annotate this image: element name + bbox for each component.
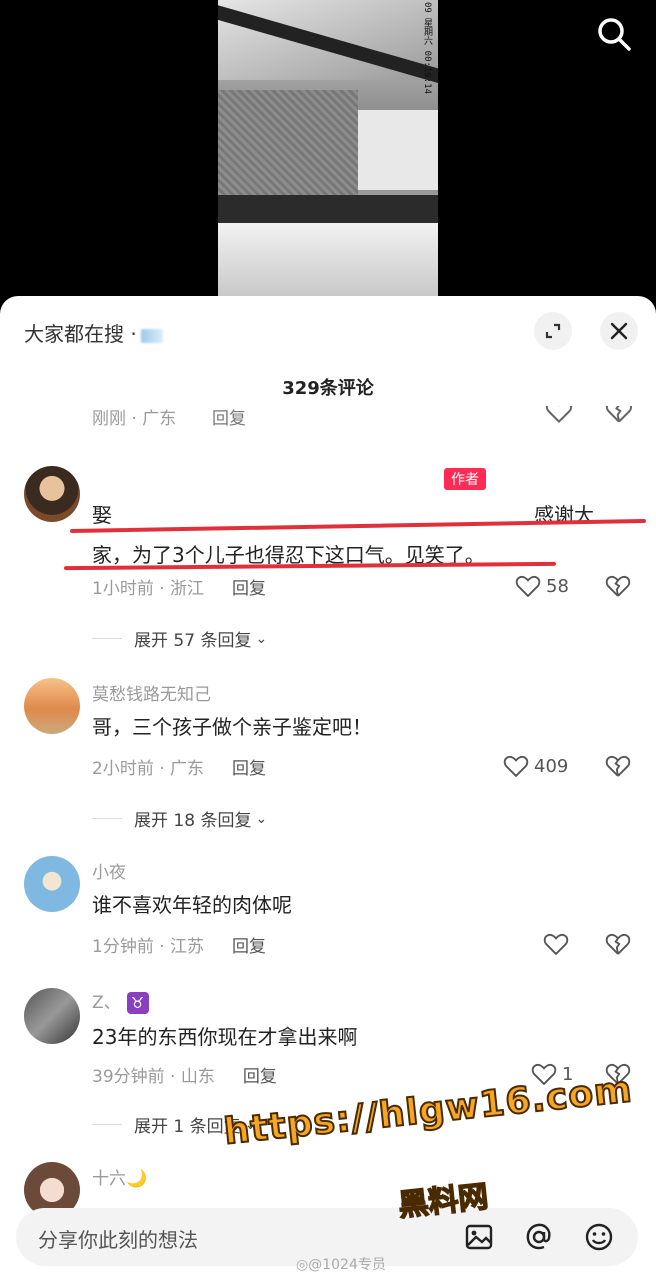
author-badge: 作者: [444, 468, 486, 490]
expand-icon: [545, 323, 561, 339]
expand-replies-label: 展开 57 条回复: [134, 631, 252, 651]
broken-heart-icon[interactable]: [604, 930, 632, 958]
like-button[interactable]: [542, 930, 574, 958]
comment-input-placeholder[interactable]: 分享你此刻的想法: [38, 1224, 198, 1253]
close-button[interactable]: [600, 312, 638, 350]
broken-heart-icon[interactable]: [604, 572, 632, 600]
comment-text-start: 娶: [92, 503, 112, 527]
taurus-emoji: ♉: [126, 992, 149, 1014]
broken-heart-icon[interactable]: [604, 406, 632, 426]
broken-heart-icon[interactable]: [604, 752, 632, 780]
emoji-icon[interactable]: [582, 1220, 616, 1254]
video-player[interactable]: 09 星期六 00:19:14: [0, 0, 656, 300]
like-count: 409: [534, 755, 569, 777]
reply-button[interactable]: 回复: [212, 406, 246, 429]
video-floor: [218, 223, 438, 296]
expand-replies-button[interactable]: 展开 57 条回复 ⌄: [92, 626, 268, 652]
heart-icon: [503, 755, 529, 778]
time-location: 2小时前 · 广东: [92, 759, 205, 779]
username[interactable]: 十六🌙: [92, 1164, 147, 1189]
avatar[interactable]: [24, 678, 80, 734]
reply-button[interactable]: 回复: [243, 1067, 277, 1087]
time-location: 1分钟前 · 江苏: [92, 937, 205, 957]
close-icon: [610, 322, 628, 340]
comment-meta: 1小时前 · 浙江 回复: [92, 574, 266, 599]
search-icon: [598, 18, 631, 51]
avatar[interactable]: [24, 466, 80, 522]
heart-icon: [515, 575, 541, 598]
like-button[interactable]: 409: [502, 752, 568, 780]
weibo-watermark: ◎@1024专员: [296, 1257, 386, 1273]
video-frame: 09 星期六 00:19:14: [218, 0, 438, 296]
video-cabinet: [358, 110, 438, 190]
heart-icon: [543, 933, 569, 956]
reply-button[interactable]: 回复: [232, 579, 266, 599]
chevron-down-icon: ⌄: [255, 810, 268, 827]
time-location: 1小时前 · 浙江: [92, 579, 205, 599]
reply-button[interactable]: 回复: [232, 759, 266, 779]
image-icon[interactable]: [462, 1220, 496, 1254]
comment-text: 谁不喜欢年轻的肉体呢: [92, 893, 292, 917]
hot-search-label: 大家都在搜 ·: [24, 322, 137, 346]
like-button[interactable]: 58: [514, 572, 569, 600]
video-timestamp: 09 星期六 00:19:14: [422, 2, 432, 95]
sheet-header: 大家都在搜 ·: [0, 296, 656, 368]
username-text: Z、: [92, 993, 121, 1013]
time-location: 39分钟前 · 山东: [92, 1067, 215, 1087]
expand-sheet-button[interactable]: [534, 312, 572, 350]
comment-meta: 39分钟前 · 山东 回复: [92, 1062, 277, 1087]
comment-count: 329条评论: [282, 378, 374, 399]
watermark-name: 黑料网: [396, 1179, 491, 1225]
username[interactable]: Z、 ♉: [92, 988, 149, 1014]
partial-comment-meta: 刚刚 · 广东 回复: [92, 406, 632, 432]
comment-text: 哥，三个孩子做个亲子鉴定吧！: [92, 715, 372, 739]
username[interactable]: 莫愁钱路无知己: [92, 680, 211, 705]
hot-search-link[interactable]: 大家都在搜 ·: [24, 318, 163, 347]
weibo-handle: @1024专员: [308, 1257, 386, 1273]
mention-icon[interactable]: [522, 1220, 556, 1254]
expand-replies-button[interactable]: 展开 18 条回复 ⌄: [92, 806, 268, 832]
avatar[interactable]: [24, 856, 80, 912]
time-location: 刚刚 · 广东: [92, 409, 177, 429]
search-button[interactable]: [594, 14, 634, 54]
hot-search-blurred-term: [140, 328, 163, 343]
comment-text: 23年的东西你现在才拿出来啊: [92, 1025, 358, 1049]
avatar[interactable]: [24, 988, 80, 1044]
comment-text-end: 感谢大: [534, 503, 594, 527]
comment-meta: 1分钟前 · 江苏 回复: [92, 932, 266, 957]
expand-replies-label: 展开 18 条回复: [134, 811, 252, 831]
username[interactable]: 小夜: [92, 858, 126, 883]
like-count: 58: [546, 575, 569, 597]
reply-button[interactable]: 回复: [232, 937, 266, 957]
chevron-down-icon: ⌄: [255, 630, 268, 647]
comment-meta: 2小时前 · 广东 回复: [92, 754, 266, 779]
heart-icon[interactable]: [544, 406, 574, 426]
video-counter: [218, 195, 438, 223]
